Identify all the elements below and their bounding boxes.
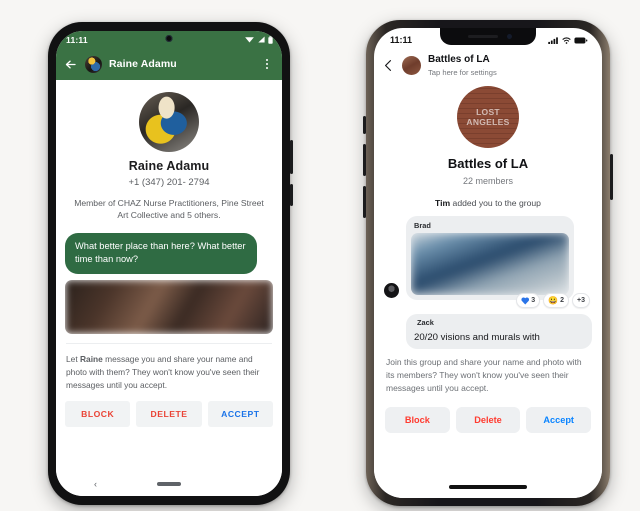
status-time: 11:11	[66, 34, 88, 45]
photo-message-sender: Brad	[414, 221, 431, 230]
heart-icon	[521, 297, 529, 305]
android-screen: 11:11 Raine Adamu Raine Adamu +1 (347) 2…	[56, 31, 282, 496]
delete-button[interactable]: Delete	[455, 406, 521, 433]
signal-icon	[258, 36, 265, 43]
home-pill-icon[interactable]	[157, 482, 181, 486]
system-message: Tim added you to the group	[374, 198, 602, 208]
battery-icon	[574, 37, 588, 43]
system-message-actor: Tim	[435, 198, 451, 208]
signal-icon	[548, 36, 558, 44]
wifi-icon	[245, 37, 254, 43]
reaction-count: 2	[560, 297, 565, 304]
accept-button[interactable]: Accept	[526, 406, 592, 433]
earpiece-speaker-icon	[468, 35, 498, 38]
incoming-photo-attachment[interactable]	[65, 280, 273, 335]
group-avatar-small[interactable]	[402, 55, 421, 75]
ios-conversation-body: LOST ANGELES Battles of LA 22 members Ti…	[374, 80, 602, 498]
reaction-heart[interactable]: 3	[516, 293, 541, 308]
ios-home-indicator[interactable]	[374, 476, 602, 498]
system-message-text: added you to the group	[450, 198, 541, 208]
status-icons	[245, 35, 273, 44]
android-conversation-body: Raine Adamu +1 (347) 201- 2794 Member of…	[56, 80, 282, 496]
home-bar-icon	[449, 485, 527, 489]
reaction-grin[interactable]: 😀 2	[543, 293, 570, 308]
contact-phone-number: +1 (347) 201- 2794	[128, 177, 210, 188]
volume-up-button[interactable]	[363, 144, 366, 176]
volume-down-button[interactable]	[363, 186, 366, 218]
group-profile-header: LOST ANGELES Battles of LA 22 members	[374, 80, 602, 186]
contact-name-title: Raine Adamu	[109, 58, 177, 70]
photo-attachment[interactable]	[411, 233, 569, 295]
mute-switch[interactable]	[363, 116, 366, 134]
battery-icon	[268, 35, 273, 44]
message-request-notice: Let Raine message you and share your nam…	[66, 343, 272, 392]
status-icons	[548, 36, 588, 44]
nav-title-group[interactable]: Battles of LA Tap here for settings	[428, 54, 497, 77]
contact-avatar-small[interactable]	[85, 55, 102, 73]
notch	[440, 28, 536, 46]
text-message-bubble[interactable]: Zack 20/20 visions and murals with	[406, 314, 592, 349]
status-time: 11:11	[390, 35, 413, 45]
contact-profile-header: Raine Adamu +1 (347) 201- 2794 Member of…	[56, 80, 282, 222]
contact-avatar-large[interactable]	[139, 92, 199, 152]
incoming-message-bubble[interactable]: What better place than here? What better…	[65, 232, 257, 275]
message-reactions: 3 😀 2 +3	[374, 293, 590, 308]
message-request-actions: BLOCK DELETE ACCEPT	[56, 392, 282, 428]
delete-button[interactable]: DELETE	[136, 401, 202, 428]
side-button[interactable]	[610, 154, 613, 200]
more-vert-icon[interactable]	[260, 59, 274, 69]
group-name: Battles of LA	[447, 156, 529, 171]
group-avatar-text: LOST ANGELES	[466, 107, 510, 127]
text-message-content: 20/20 visions and murals with	[414, 332, 540, 343]
back-arrow-icon[interactable]	[63, 57, 78, 72]
wifi-icon	[562, 36, 571, 44]
group-request-actions: Block Delete Accept	[374, 396, 602, 433]
ios-nav-bar: Battles of LA Tap here for settings	[374, 50, 602, 84]
android-navigation-bar: ‹	[56, 472, 282, 496]
reaction-more[interactable]: +3	[572, 293, 590, 308]
volume-button[interactable]	[290, 140, 293, 174]
text-message-sender: Zack	[417, 318, 434, 327]
ios-screen: 11:11 Battles of LA Tap here for setting…	[374, 28, 602, 498]
android-app-bar: Raine Adamu	[56, 48, 282, 80]
power-button[interactable]	[290, 184, 293, 206]
block-button[interactable]: BLOCK	[65, 401, 131, 428]
grin-icon: 😀	[548, 295, 559, 305]
photo-message-bubble[interactable]: Brad	[406, 216, 574, 300]
android-phone-frame: 11:11 Raine Adamu Raine Adamu +1 (347) 2…	[48, 22, 293, 505]
contact-name: Raine Adamu	[128, 159, 210, 173]
block-button[interactable]: Block	[385, 406, 450, 433]
reaction-count: 3	[531, 297, 536, 304]
accept-button[interactable]: ACCEPT	[207, 401, 273, 428]
screenshot-stage: 11:11 Raine Adamu Raine Adamu +1 (347) 2…	[0, 0, 640, 511]
photo-message-row: Brad	[374, 216, 602, 300]
ios-phone-frame: 11:11 Battles of LA Tap here for setting…	[363, 20, 613, 506]
front-camera-icon	[507, 34, 512, 39]
back-chevron-icon[interactable]: ‹	[94, 479, 97, 489]
back-chevron-icon[interactable]	[382, 59, 395, 72]
group-member-count: 22 members	[462, 176, 514, 186]
photo-thumbnail	[411, 233, 569, 295]
reaction-overflow-count: +3	[577, 297, 585, 304]
group-avatar-large[interactable]: LOST ANGELES	[457, 86, 519, 148]
settings-hint: Tap here for settings	[428, 67, 497, 77]
contact-membership-text: Member of CHAZ Nurse Practitioners, Pine…	[74, 198, 264, 221]
photo-thumbnail	[65, 280, 273, 335]
notch-cutout	[440, 28, 536, 45]
group-request-notice: Join this group and share your name and …	[386, 357, 582, 394]
group-name-title: Battles of LA	[428, 54, 490, 65]
front-camera-icon	[165, 35, 173, 42]
